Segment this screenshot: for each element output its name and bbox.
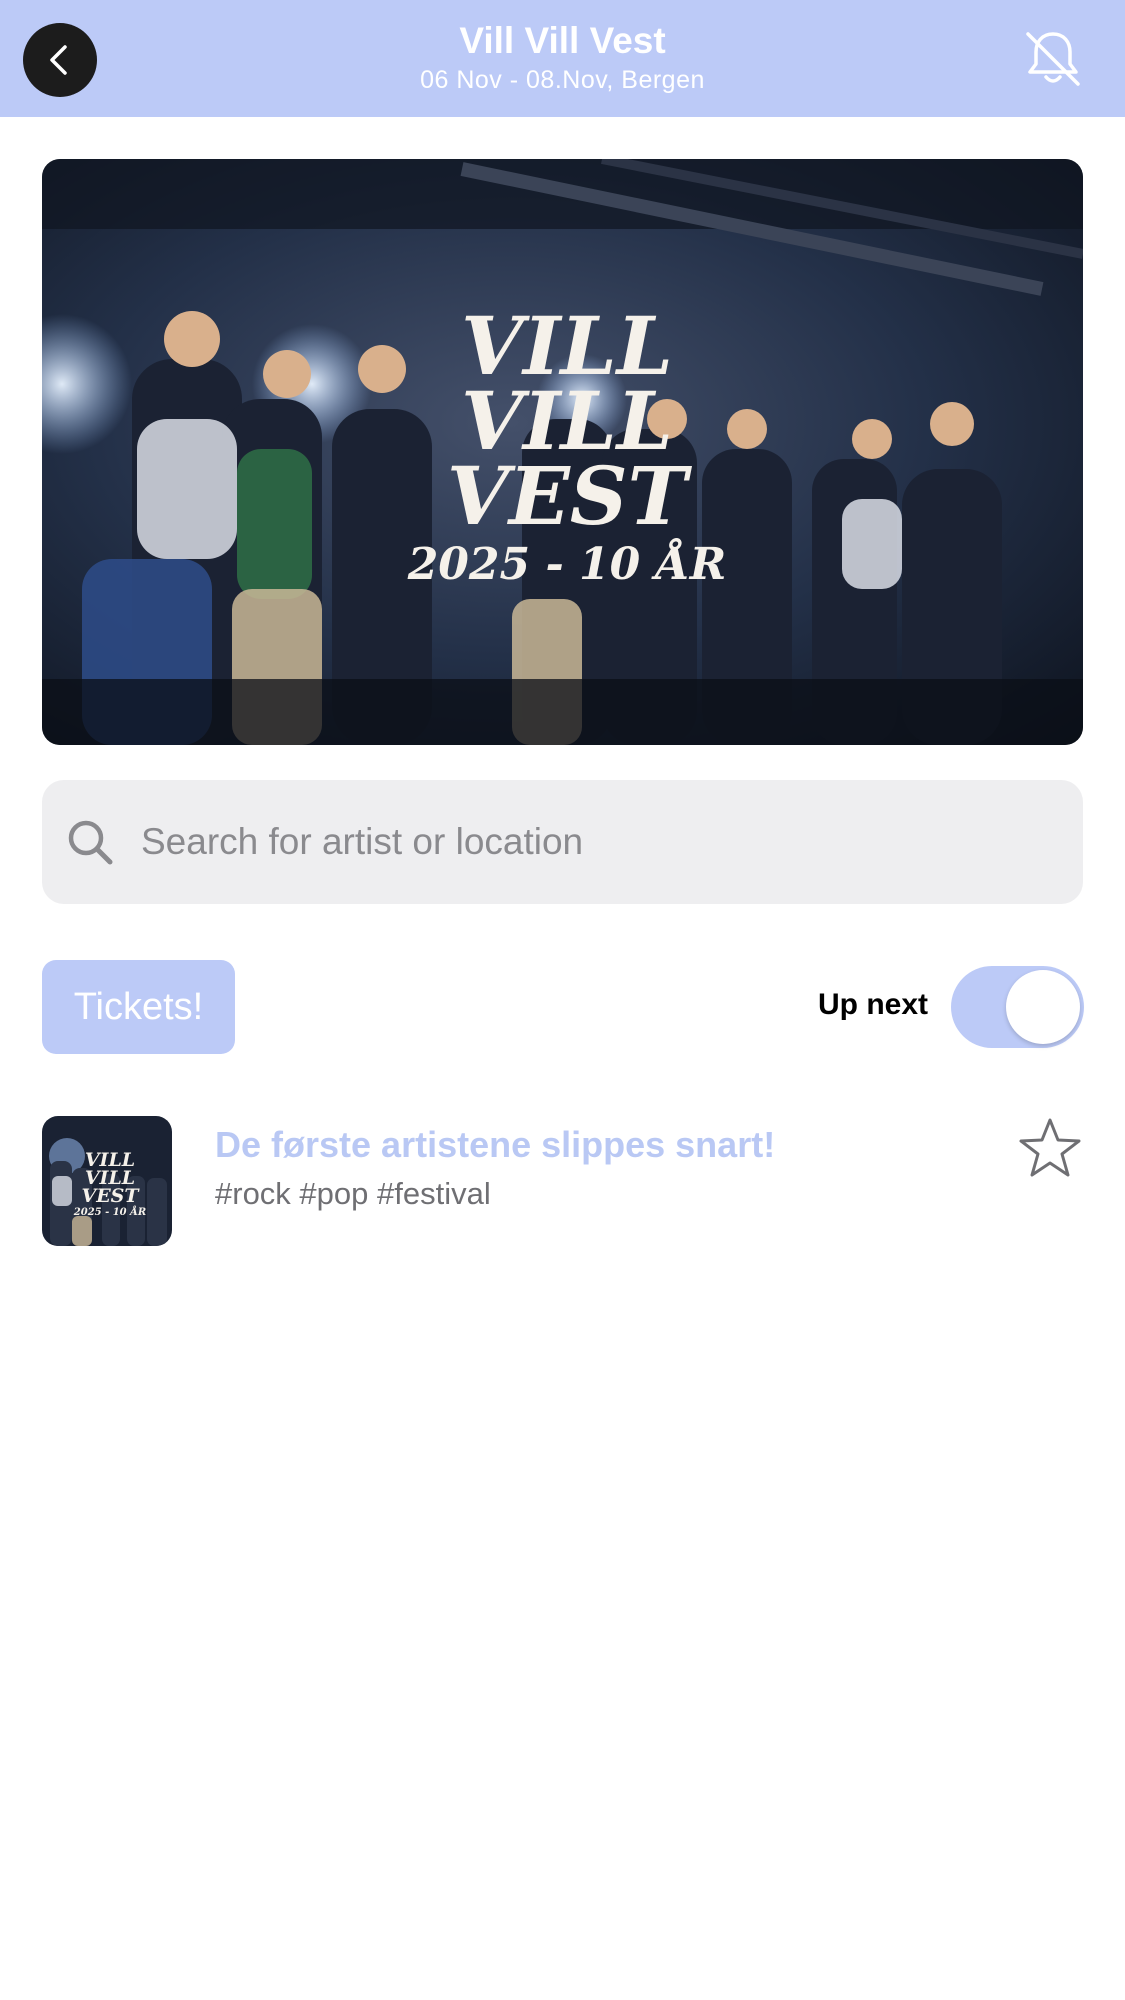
- item-thumbnail: VILL VILL VEST 2025 - 10 ÅR: [42, 1116, 172, 1246]
- star-icon[interactable]: [1017, 1116, 1083, 1182]
- hero-logo-line3: VEST: [447, 449, 693, 543]
- hero-image: VILL VILL VEST 2025 - 10 ÅR: [42, 159, 1083, 745]
- thumb-logo-line3: VEST: [81, 1185, 140, 1207]
- search-input[interactable]: [141, 808, 1041, 876]
- list-item[interactable]: VILL VILL VEST 2025 - 10 ÅR De første ar…: [42, 1116, 1083, 1246]
- festival-stage-photo: VILL VILL VEST 2025 - 10 ÅR: [42, 159, 1083, 745]
- toggle-knob: [1006, 970, 1080, 1044]
- hero-logo-line4: 2025 - 10 ÅR: [407, 537, 727, 590]
- tickets-button[interactable]: Tickets!: [42, 960, 235, 1054]
- event-dates-location: 06 Nov - 08.Nov, Bergen: [420, 66, 705, 94]
- app-header: Vill Vill Vest 06 Nov - 08.Nov, Bergen: [0, 0, 1125, 117]
- page-title: Vill Vill Vest: [459, 20, 666, 61]
- up-next-label: Up next: [818, 988, 929, 1021]
- item-title: De første artistene slippes snart!: [215, 1124, 776, 1165]
- thumb-logo-line4: 2025 - 10 ÅR: [73, 1206, 146, 1218]
- bell-off-icon[interactable]: [1022, 28, 1084, 90]
- up-next-toggle[interactable]: [951, 966, 1084, 1048]
- item-tags: #rock #pop #festival: [215, 1176, 491, 1211]
- search-bar[interactable]: [42, 780, 1083, 904]
- item-thumbnail-image: VILL VILL VEST 2025 - 10 ÅR: [42, 1116, 172, 1246]
- search-icon: [68, 820, 113, 865]
